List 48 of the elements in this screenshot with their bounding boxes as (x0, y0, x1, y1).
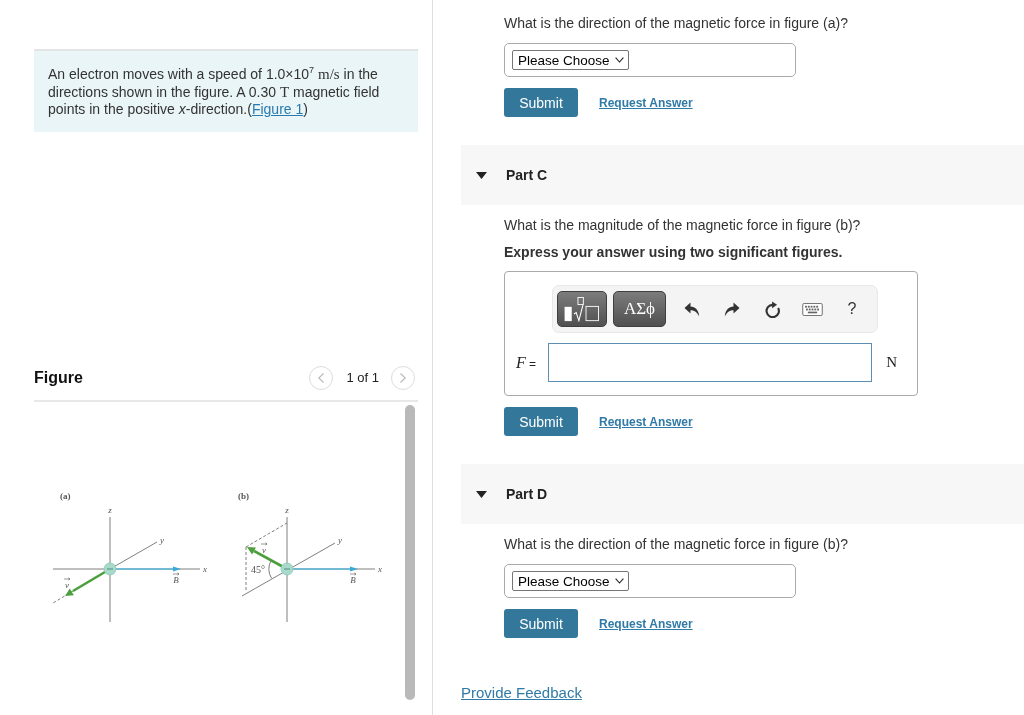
question-text: What is the direction of the magnetic force in figure (b)? (504, 536, 849, 553)
panel-label: (b) (238, 490, 249, 501)
variable-label: F = (516, 353, 537, 372)
keyboard-icon (801, 302, 823, 316)
angle-label: 45° (251, 563, 265, 575)
scrollbar-thumb[interactable] (405, 404, 415, 700)
axis-label: z (285, 504, 289, 515)
choice-dropdown[interactable]: Please Choose (512, 50, 629, 70)
question-text: What is the direction of the magnetic force in figure (a)? (504, 15, 849, 32)
axis-label: x (378, 563, 382, 574)
part-header[interactable]: Part D (461, 464, 1024, 524)
axis-label: z (108, 504, 112, 515)
axis-label: y (160, 534, 164, 545)
chevron-right-icon (400, 372, 406, 383)
chevron-left-icon (318, 372, 325, 383)
request-answer-link[interactable]: Request Answer (599, 414, 693, 429)
vector-label: B (350, 574, 356, 585)
unit-label: N (886, 354, 897, 371)
figure-link[interactable]: Figure 1 (251, 101, 304, 117)
choice-dropdown[interactable]: Please Choose (512, 571, 629, 591)
feedback-link[interactable]: Provide Feedback (461, 684, 582, 701)
axis-label: y (338, 534, 342, 545)
undo-icon (684, 301, 700, 317)
submit-button[interactable]: Submit (504, 88, 578, 117)
redo-icon (724, 301, 740, 317)
greek-symbols-button[interactable]: ΑΣϕ (613, 291, 666, 327)
panel-label: (a) (60, 490, 71, 501)
chevron-down-icon (614, 578, 624, 584)
square-root-template-icon (564, 296, 600, 322)
submit-button[interactable]: Submit (504, 407, 578, 436)
request-answer-link[interactable]: Request Answer (599, 616, 693, 631)
vector-label: B (173, 574, 179, 585)
problem-text: An electron moves with a speed of 1.0×10$^{7}$ m/s in the directions shown in the figure. A 0.30 T magnetic field points in the positive x-direction.(Figure 1) (48, 66, 381, 119)
figure-counter: 1 of 1 (346, 370, 379, 385)
request-answer-link[interactable]: Request Answer (599, 95, 693, 110)
instruction-text: Express your answer using two significant figures. (504, 244, 844, 261)
answer-input[interactable] (548, 343, 873, 382)
templates-button[interactable] (557, 291, 607, 327)
axis-label: x (203, 563, 207, 574)
help-button[interactable]: ? (832, 291, 872, 327)
submit-button[interactable]: Submit (504, 609, 578, 638)
figure-heading: Figure (34, 368, 84, 387)
part-header[interactable]: Part C (461, 145, 1024, 205)
vector-label: v (65, 579, 69, 590)
question-text: What is the magnitude of the magnetic force in figure (b)? (504, 217, 862, 234)
vector-label: v (262, 544, 266, 555)
reset-icon (763, 300, 781, 318)
chevron-down-icon (614, 57, 624, 63)
